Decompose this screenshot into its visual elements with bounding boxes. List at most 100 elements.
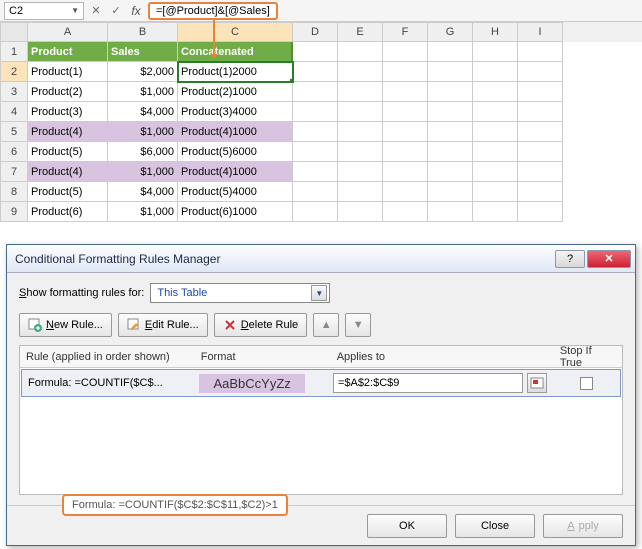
apply-button[interactable]: Apply — [543, 514, 623, 538]
cell[interactable] — [383, 82, 428, 102]
row-header[interactable]: 2 — [0, 62, 28, 82]
cell[interactable] — [518, 142, 563, 162]
applies-to-input[interactable]: =$A$2:$C$9 — [333, 373, 523, 393]
cell[interactable]: Product(4)1000 — [178, 122, 293, 142]
cell[interactable] — [293, 102, 338, 122]
row-header[interactable]: 9 — [0, 202, 28, 222]
cell[interactable]: Product(6)1000 — [178, 202, 293, 222]
cell[interactable]: Product(6) — [28, 202, 108, 222]
cell[interactable] — [338, 142, 383, 162]
cell[interactable] — [473, 162, 518, 182]
cell[interactable]: $4,000 — [108, 102, 178, 122]
scope-combo[interactable]: This Table ▼ — [150, 283, 330, 303]
col-header-d[interactable]: D — [293, 22, 338, 42]
cell[interactable] — [383, 42, 428, 62]
col-header-c[interactable]: C — [178, 22, 293, 42]
cell[interactable] — [518, 182, 563, 202]
cell[interactable] — [383, 142, 428, 162]
cell[interactable] — [338, 202, 383, 222]
col-header-e[interactable]: E — [338, 22, 383, 42]
row-header[interactable]: 7 — [0, 162, 28, 182]
header-cell[interactable]: Product — [28, 42, 108, 62]
cell[interactable] — [338, 62, 383, 82]
name-box[interactable]: C2 ▼ — [4, 2, 84, 20]
cancel-icon[interactable]: ✕ — [88, 3, 104, 19]
select-all-corner[interactable] — [0, 22, 28, 42]
cell[interactable] — [293, 62, 338, 82]
cell[interactable] — [293, 122, 338, 142]
cell[interactable]: Product(3)4000 — [178, 102, 293, 122]
cell[interactable]: $4,000 — [108, 182, 178, 202]
ok-button[interactable]: OK — [367, 514, 447, 538]
cell[interactable] — [428, 102, 473, 122]
cell[interactable] — [473, 102, 518, 122]
cell[interactable]: Product(4) — [28, 162, 108, 182]
cell[interactable] — [293, 42, 338, 62]
cell[interactable] — [383, 182, 428, 202]
cell[interactable] — [338, 162, 383, 182]
cell[interactable] — [383, 102, 428, 122]
row-header[interactable]: 3 — [0, 82, 28, 102]
accept-icon[interactable]: ✓ — [108, 3, 124, 19]
row-header[interactable]: 4 — [0, 102, 28, 122]
row-header[interactable]: 8 — [0, 182, 28, 202]
formula-input[interactable]: =[@Product]&[@Sales] — [148, 2, 278, 20]
cell[interactable]: Product(1) — [28, 62, 108, 82]
cell[interactable] — [293, 82, 338, 102]
cell[interactable] — [473, 142, 518, 162]
cell[interactable]: Product(5)6000 — [178, 142, 293, 162]
active-cell[interactable]: Product(1)2000 — [178, 62, 293, 82]
row-header[interactable]: 1 — [0, 42, 28, 62]
col-header-a[interactable]: A — [28, 22, 108, 42]
cell[interactable] — [518, 162, 563, 182]
cell[interactable]: $2,000 — [108, 62, 178, 82]
header-cell[interactable]: Concatenated — [178, 42, 293, 62]
cell[interactable] — [518, 202, 563, 222]
cell[interactable] — [338, 182, 383, 202]
move-down-button[interactable]: ▼ — [345, 313, 371, 337]
move-up-button[interactable]: ▲ — [313, 313, 339, 337]
cell[interactable] — [383, 122, 428, 142]
cell[interactable]: Product(4)1000 — [178, 162, 293, 182]
edit-rule-button[interactable]: Edit Rule... — [118, 313, 208, 337]
row-header[interactable]: 6 — [0, 142, 28, 162]
cell[interactable] — [428, 82, 473, 102]
col-header-b[interactable]: B — [108, 22, 178, 42]
cell[interactable] — [473, 62, 518, 82]
help-icon[interactable]: ? — [555, 250, 585, 268]
fx-icon[interactable]: fx — [128, 3, 144, 19]
cell[interactable] — [473, 122, 518, 142]
col-header-i[interactable]: I — [518, 22, 563, 42]
cell[interactable]: Product(5) — [28, 182, 108, 202]
cell[interactable]: $6,000 — [108, 142, 178, 162]
cell[interactable]: Product(3) — [28, 102, 108, 122]
cell[interactable] — [518, 82, 563, 102]
cell[interactable] — [518, 42, 563, 62]
cell[interactable]: Product(4) — [28, 122, 108, 142]
cell[interactable]: Product(5) — [28, 142, 108, 162]
rule-row[interactable]: Formula: =COUNTIF($C$... AaBbCcYyZz =$A$… — [21, 369, 621, 397]
cell[interactable] — [338, 42, 383, 62]
cell[interactable] — [338, 102, 383, 122]
cell[interactable] — [293, 162, 338, 182]
header-cell[interactable]: Sales — [108, 42, 178, 62]
cell[interactable] — [383, 162, 428, 182]
cell[interactable] — [428, 162, 473, 182]
cell[interactable]: $1,000 — [108, 82, 178, 102]
row-header[interactable]: 5 — [0, 122, 28, 142]
cell[interactable] — [473, 202, 518, 222]
cell[interactable] — [383, 62, 428, 82]
cell[interactable] — [293, 202, 338, 222]
cell[interactable]: $1,000 — [108, 162, 178, 182]
stop-if-true-checkbox[interactable] — [580, 377, 593, 390]
cell[interactable]: Product(2) — [28, 82, 108, 102]
cell[interactable] — [428, 62, 473, 82]
cell[interactable] — [518, 102, 563, 122]
cell[interactable] — [428, 142, 473, 162]
cell[interactable] — [338, 82, 383, 102]
title-bar[interactable]: Conditional Formatting Rules Manager ? ✕ — [7, 245, 635, 273]
cell[interactable] — [473, 182, 518, 202]
cell[interactable] — [473, 82, 518, 102]
cell[interactable] — [428, 202, 473, 222]
cell[interactable]: $1,000 — [108, 122, 178, 142]
